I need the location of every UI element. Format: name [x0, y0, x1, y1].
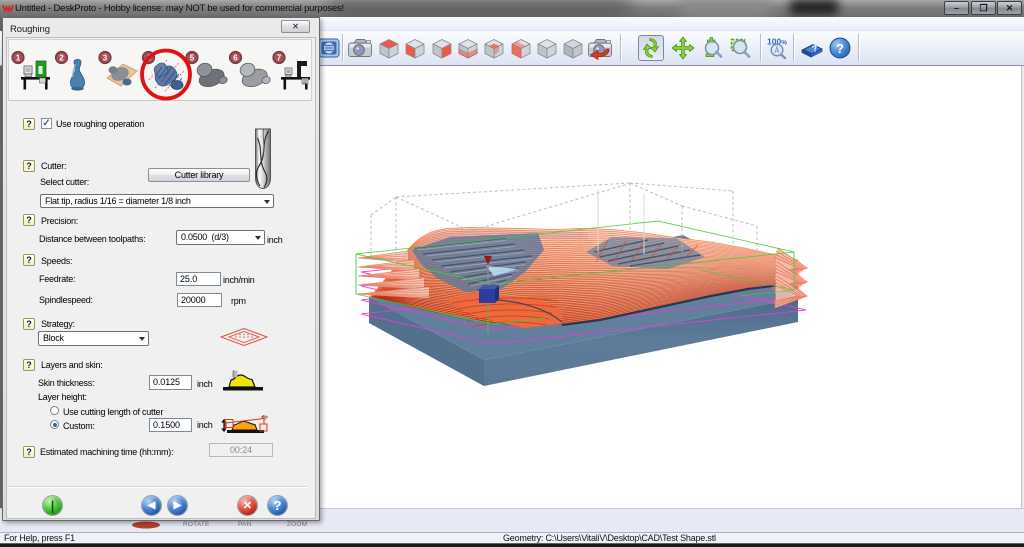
svg-text:3: 3	[103, 54, 108, 63]
svg-text:?: ?	[811, 43, 818, 54]
svg-text:1: 1	[16, 54, 21, 63]
svg-text:5: 5	[190, 54, 195, 63]
svg-text:6: 6	[233, 54, 238, 63]
svg-text:2: 2	[59, 54, 64, 63]
svg-text:?: ?	[836, 41, 844, 56]
svg-text:7: 7	[277, 54, 282, 63]
